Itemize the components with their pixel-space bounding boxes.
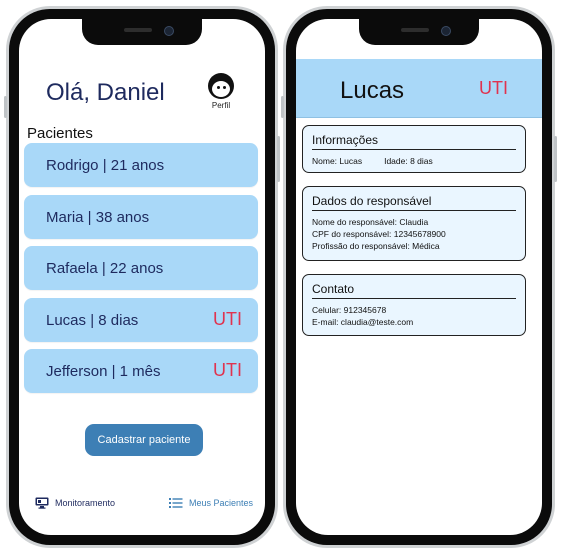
- patient-card-rafaela[interactable]: Rafaela | 22 anos: [24, 246, 258, 290]
- contact-phone: Celular: 912345678: [312, 305, 387, 315]
- phone-side-button: [281, 96, 284, 118]
- speaker-grille: [401, 28, 429, 32]
- patient-card-jefferson[interactable]: Jefferson | 1 mês UTI: [24, 349, 258, 393]
- icu-badge: UTI: [213, 360, 242, 380]
- patient-detail-screen: Lucas UTI Informações Nome: Lucas Idade: …: [296, 19, 542, 535]
- patient-name: Rafaela | 22 anos: [46, 260, 164, 277]
- phone-side-button: [4, 96, 7, 118]
- icu-badge: UTI: [213, 308, 242, 329]
- phone-frame: Olá, Daniel Perfil Pacientes Rodrigo | 2…: [9, 9, 275, 545]
- patient-card-lucas[interactable]: Lucas | 8 dias UTI: [24, 297, 258, 342]
- info-age: Idade: 8 dias: [384, 156, 433, 166]
- guardian-cpf: CPF do responsável: 12345678900: [312, 229, 446, 239]
- contact-email: E-mail: claudia@teste.com: [312, 317, 414, 327]
- patient-name: Jefferson | 1 mês: [46, 363, 161, 380]
- front-camera: [164, 26, 174, 36]
- guardian-card: Dados do responsável Nome do responsável…: [302, 186, 526, 261]
- patient-card-rodrigo[interactable]: Rodrigo | 21 anos: [24, 143, 258, 187]
- contact-card: Contato Celular: 912345678 E-mail: claud…: [302, 274, 526, 336]
- patient-card-maria[interactable]: Maria | 38 anos: [24, 194, 258, 239]
- left-phone-mockup: Olá, Daniel Perfil Pacientes Rodrigo | 2…: [4, 6, 280, 548]
- patient-name: Maria | 38 anos: [46, 208, 150, 226]
- info-card: Informações Nome: Lucas Idade: 8 dias: [302, 125, 526, 173]
- patient-name: Rodrigo | 21 anos: [46, 157, 165, 174]
- profile-label: Perfil: [211, 101, 231, 110]
- nav-monitoring-label: Monitoramento: [55, 498, 116, 508]
- info-row: Nome: Lucas Idade: 8 dias: [312, 155, 516, 167]
- front-camera: [441, 26, 451, 36]
- nav-my-patients[interactable]: Meus Pacientes: [169, 497, 253, 509]
- patient-list: Rodrigo | 21 anos Maria | 38 anos Rafael…: [24, 143, 258, 401]
- phone-frame: Lucas UTI Informações Nome: Lucas Idade: …: [286, 9, 552, 545]
- patient-name: Lucas | 8 dias: [46, 311, 139, 329]
- phone-notch: [82, 19, 202, 45]
- guardian-name: Nome do responsável: Claudia: [312, 217, 429, 227]
- register-patient-button[interactable]: Cadastrar paciente: [85, 424, 203, 456]
- monitor-icon: [35, 497, 49, 509]
- patient-header: Lucas UTI: [296, 59, 542, 118]
- greeting-title: Olá, Daniel: [46, 79, 165, 106]
- patient-detail-name: Lucas: [340, 77, 405, 104]
- icu-badge: UTI: [479, 78, 508, 98]
- info-name: Nome: Lucas: [312, 156, 363, 166]
- phone-side-button: [554, 136, 557, 182]
- patients-section-title: Pacientes: [27, 125, 93, 142]
- list-icon: [169, 498, 183, 508]
- nav-monitoring[interactable]: Monitoramento: [35, 497, 115, 509]
- right-phone-mockup: Lucas UTI Informações Nome: Lucas Idade: …: [281, 6, 557, 548]
- speaker-grille: [124, 28, 152, 32]
- contact-card-title: Contato: [312, 282, 516, 299]
- phone-side-button: [277, 136, 280, 182]
- guardian-card-title: Dados do responsável: [312, 194, 516, 211]
- guardian-profession: Profissão do responsável: Médica: [312, 241, 440, 251]
- phone-notch: [359, 19, 479, 45]
- bottom-navigation: Monitoramento Meus Pacientes: [19, 497, 265, 517]
- info-card-title: Informações: [312, 133, 516, 150]
- nav-my-patients-label: Meus Pacientes: [189, 498, 254, 508]
- avatar-icon: [208, 73, 234, 99]
- patients-screen: Olá, Daniel Perfil Pacientes Rodrigo | 2…: [19, 19, 265, 535]
- profile-button[interactable]: Perfil: [201, 73, 241, 110]
